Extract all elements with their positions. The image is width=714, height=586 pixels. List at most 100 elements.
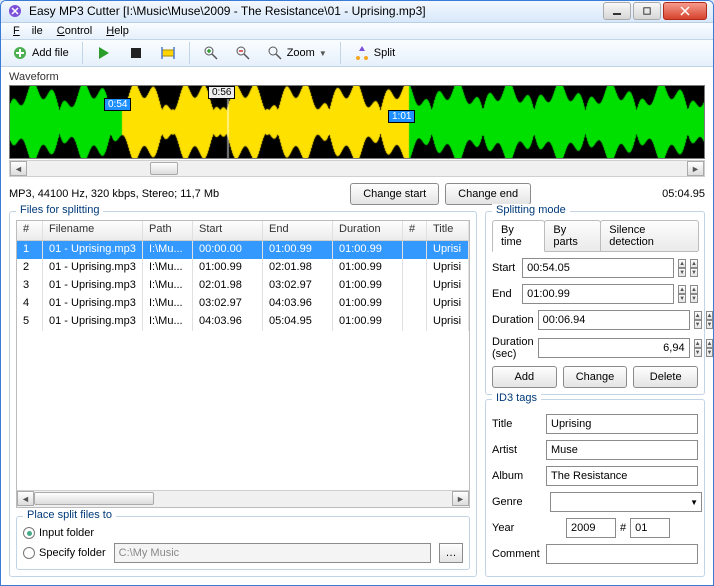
app-icon bbox=[7, 3, 23, 19]
end-label: End bbox=[492, 288, 518, 300]
play-selection-button[interactable] bbox=[155, 40, 181, 66]
id3-artist-input[interactable] bbox=[546, 440, 698, 460]
table-cell: 2 bbox=[17, 259, 43, 277]
table-cell: 01:00.99 bbox=[333, 259, 403, 277]
col-end[interactable]: End bbox=[263, 221, 333, 240]
table-cell: 04:03.96 bbox=[193, 313, 263, 331]
scroll-right-button[interactable]: ► bbox=[687, 161, 704, 176]
table-cell: 3 bbox=[17, 277, 43, 295]
input-folder-radio[interactable]: Input folder bbox=[23, 527, 463, 539]
splitting-tabs: By time By parts Silence detection bbox=[492, 220, 698, 252]
end-spinner-fine[interactable]: ▲▼ bbox=[690, 285, 698, 303]
plus-icon bbox=[12, 45, 28, 61]
table-cell: 01 - Uprising.mp3 bbox=[43, 259, 143, 277]
table-row[interactable]: 501 - Uprising.mp3I:\Mu...04:03.9605:04.… bbox=[17, 313, 469, 331]
id3-comment-input[interactable] bbox=[546, 544, 698, 564]
table-cell bbox=[403, 241, 427, 259]
start-spinner-fine[interactable]: ▲▼ bbox=[690, 259, 698, 277]
files-table[interactable]: # Filename Path Start End Duration # Tit… bbox=[16, 220, 470, 508]
specify-folder-label: Specify folder bbox=[39, 547, 106, 559]
table-cell: Uprisi bbox=[427, 241, 469, 259]
id3-title-input[interactable] bbox=[546, 414, 698, 434]
specify-folder-radio[interactable]: Specify folder bbox=[23, 547, 106, 559]
col-path[interactable]: Path bbox=[143, 221, 193, 240]
menu-file[interactable]: File bbox=[7, 23, 49, 39]
duration-sec-spinner-coarse[interactable]: ▲▼ bbox=[694, 339, 702, 357]
id3-genre-label: Genre bbox=[492, 496, 546, 508]
id3-genre-input[interactable] bbox=[550, 492, 702, 512]
add-button[interactable]: Add bbox=[492, 366, 557, 388]
col-start[interactable]: Start bbox=[193, 221, 263, 240]
maximize-button[interactable] bbox=[633, 2, 661, 20]
specify-folder-input[interactable] bbox=[114, 543, 431, 563]
table-cell: 04:03.96 bbox=[263, 295, 333, 313]
table-scroll-left[interactable]: ◄ bbox=[17, 491, 34, 506]
tab-by-time[interactable]: By time bbox=[492, 220, 545, 252]
table-row[interactable]: 201 - Uprising.mp3I:\Mu...01:00.9902:01.… bbox=[17, 259, 469, 277]
duration-input[interactable] bbox=[538, 310, 690, 330]
marker-left[interactable]: 0:54 bbox=[104, 98, 131, 111]
table-scrollbar[interactable]: ◄ ► bbox=[17, 490, 469, 507]
table-cell bbox=[403, 277, 427, 295]
col-title[interactable]: Title bbox=[427, 221, 469, 240]
id3-title-label: Title bbox=[492, 418, 542, 430]
add-file-button[interactable]: Add file bbox=[7, 40, 74, 66]
window-title: Easy MP3 Cutter [I:\Music\Muse\2009 - Th… bbox=[29, 4, 603, 18]
splitting-mode-title: Splitting mode bbox=[492, 204, 570, 216]
end-spinner-coarse[interactable]: ▲▼ bbox=[678, 285, 686, 303]
table-cell: 01:00.99 bbox=[333, 313, 403, 331]
id3-track-label: # bbox=[620, 522, 626, 534]
start-input[interactable] bbox=[522, 258, 674, 278]
duration-spinner-fine[interactable]: ▲▼ bbox=[706, 311, 714, 329]
app-window: Easy MP3 Cutter [I:\Music\Muse\2009 - Th… bbox=[0, 0, 714, 586]
start-spinner-coarse[interactable]: ▲▼ bbox=[678, 259, 686, 277]
delete-button[interactable]: Delete bbox=[633, 366, 698, 388]
tab-by-parts[interactable]: By parts bbox=[544, 220, 601, 251]
change-start-button[interactable]: Change start bbox=[350, 183, 439, 205]
table-row[interactable]: 301 - Uprising.mp3I:\Mu...02:01.9803:02.… bbox=[17, 277, 469, 295]
menu-help[interactable]: Help bbox=[100, 23, 135, 39]
col-filename[interactable]: Filename bbox=[43, 221, 143, 240]
table-row[interactable]: 101 - Uprising.mp3I:\Mu...00:00.0001:00.… bbox=[17, 241, 469, 259]
browse-button[interactable]: … bbox=[439, 543, 463, 563]
table-scroll-thumb[interactable] bbox=[34, 492, 154, 505]
split-button[interactable]: Split bbox=[349, 40, 400, 66]
table-cell: 00:00.00 bbox=[193, 241, 263, 259]
selection-icon bbox=[160, 45, 176, 61]
titlebar[interactable]: Easy MP3 Cutter [I:\Music\Muse\2009 - Th… bbox=[1, 1, 713, 23]
id3-album-input[interactable] bbox=[546, 466, 698, 486]
change-button[interactable]: Change bbox=[563, 366, 628, 388]
stop-button[interactable] bbox=[123, 40, 149, 66]
marker-center[interactable]: 0:56 bbox=[208, 86, 235, 99]
table-row[interactable]: 401 - Uprising.mp3I:\Mu...03:02.9704:03.… bbox=[17, 295, 469, 313]
zoom-in-button[interactable] bbox=[198, 40, 224, 66]
marker-right[interactable]: 1:01 bbox=[388, 110, 415, 123]
end-input[interactable] bbox=[522, 284, 674, 304]
col-n[interactable]: # bbox=[403, 221, 427, 240]
menu-control[interactable]: Control bbox=[51, 23, 98, 39]
id3-artist-label: Artist bbox=[492, 444, 542, 456]
tab-silence[interactable]: Silence detection bbox=[600, 220, 699, 251]
duration-sec-input[interactable] bbox=[538, 338, 690, 358]
col-idx[interactable]: # bbox=[17, 221, 43, 240]
place-panel-title: Place split files to bbox=[23, 509, 116, 521]
scroll-left-button[interactable]: ◄ bbox=[10, 161, 27, 176]
table-scroll-right[interactable]: ► bbox=[452, 491, 469, 506]
change-end-button[interactable]: Change end bbox=[445, 183, 531, 205]
zoom-dropdown-button[interactable]: Zoom ▼ bbox=[262, 40, 332, 66]
id3-track-input[interactable] bbox=[630, 518, 670, 538]
table-cell: 01:00.99 bbox=[333, 277, 403, 295]
duration-sec-spinner-fine[interactable]: ▲▼ bbox=[706, 339, 714, 357]
duration-spinner-coarse[interactable]: ▲▼ bbox=[694, 311, 702, 329]
minimize-button[interactable] bbox=[603, 2, 631, 20]
waveform-display[interactable]: 0:54 0:56 1:01 bbox=[9, 85, 705, 159]
play-button[interactable] bbox=[91, 40, 117, 66]
split-icon bbox=[354, 45, 370, 61]
close-button[interactable] bbox=[663, 2, 707, 20]
col-duration[interactable]: Duration bbox=[333, 221, 403, 240]
scroll-thumb[interactable] bbox=[150, 162, 178, 175]
zoom-out-button[interactable] bbox=[230, 40, 256, 66]
waveform-scrollbar[interactable]: ◄ ► bbox=[9, 160, 705, 177]
table-cell: 01:00.99 bbox=[193, 259, 263, 277]
id3-year-input[interactable] bbox=[566, 518, 616, 538]
